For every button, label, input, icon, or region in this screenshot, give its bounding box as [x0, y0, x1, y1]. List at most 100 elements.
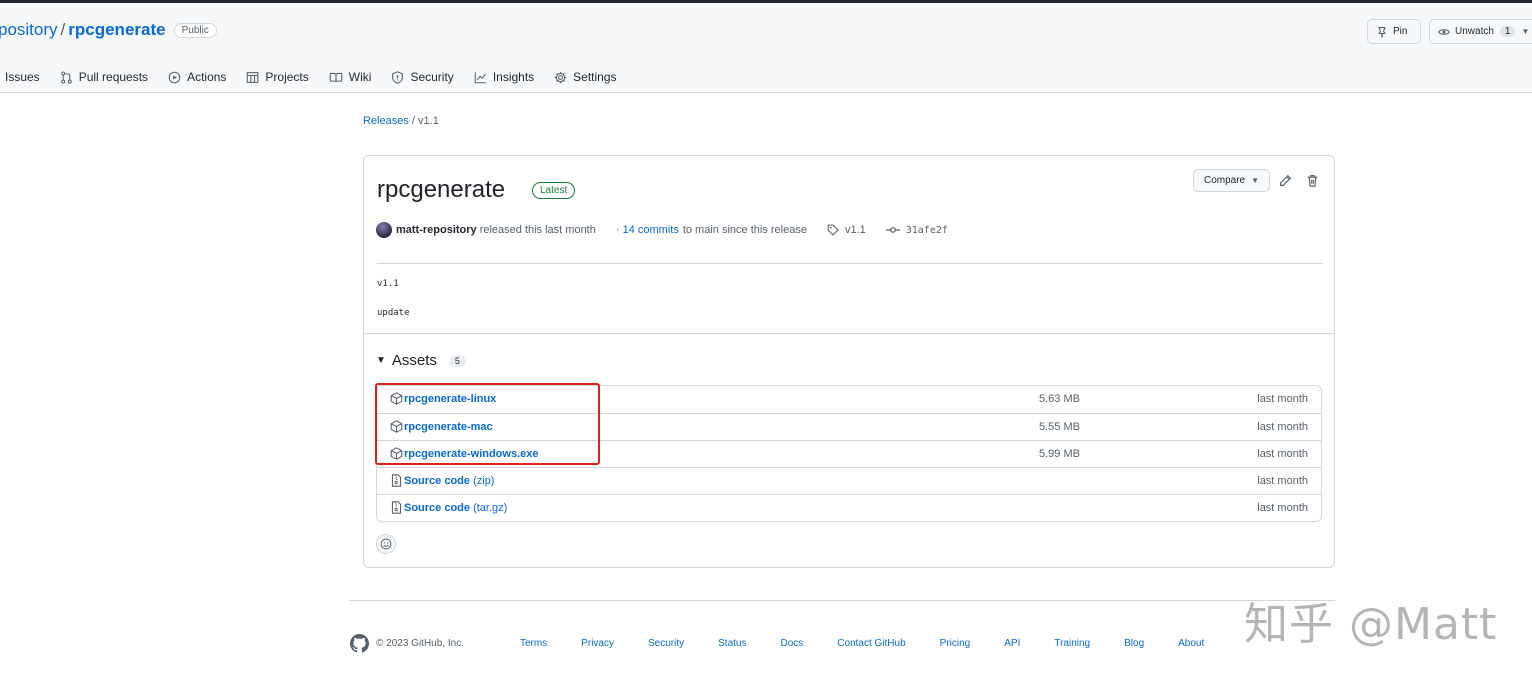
footer-link-blog[interactable]: Blog [1124, 638, 1144, 649]
tag-icon [827, 224, 839, 236]
watermark: 知乎 @Matt [1244, 599, 1498, 650]
pull-request-icon [60, 70, 72, 84]
breadcrumb-separator: / [411, 115, 415, 127]
play-icon [168, 71, 181, 83]
asset-link[interactable]: rpcgenerate-linux [404, 393, 496, 405]
git-commit-icon [885, 227, 900, 233]
assets-list: rpcgenerate-linux 5.63 MB last month rpc… [376, 385, 1322, 522]
github-logo-icon [350, 633, 369, 653]
list-item: rpcgenerate-linux 5.63 MB last month [377, 386, 1321, 413]
release-card: rpcgenerate Latest Compare ▼ matt-reposi… [363, 155, 1335, 568]
release-title: rpcgenerate [377, 176, 506, 203]
file-zip-icon [391, 474, 402, 487]
tab-wiki[interactable]: Wiki [329, 70, 372, 84]
asset-name: rpcgenerate-mac [404, 421, 493, 433]
book-icon [329, 72, 342, 82]
asset-name: Source code [404, 475, 471, 487]
chevron-down-icon: ▼ [1251, 176, 1260, 185]
released-text: released this last month [479, 224, 596, 236]
copyright: © 2023 GitHub, Inc. [376, 637, 464, 649]
asset-link[interactable]: Source code (tar.gz) [404, 502, 507, 514]
watch-count: 1 [1499, 26, 1516, 37]
footer: © 2023 GitHub, Inc. Terms Privacy Securi… [350, 633, 1238, 653]
owner-link[interactable]: pository [0, 20, 58, 40]
pin-label: Pin [1393, 26, 1408, 37]
asset-date: last month [1257, 475, 1308, 487]
delete-button[interactable] [1304, 172, 1320, 188]
visibility-badge: Public [173, 22, 217, 38]
pin-button[interactable]: Pin [1367, 19, 1421, 44]
release-meta: matt-repository released this last month… [376, 221, 948, 239]
assets-heading: Assets [391, 352, 437, 369]
tab-pull-requests[interactable]: Pull requests [60, 70, 148, 84]
graph-icon [474, 71, 486, 83]
list-item: Source code (zip) last month [377, 467, 1321, 494]
list-item: Source code (tar.gz) last month [377, 494, 1321, 521]
commit-link[interactable]: 31afe2f [885, 225, 948, 236]
tag-label: v1.1 [844, 224, 866, 236]
avatar[interactable] [376, 222, 392, 238]
actions-label: Actions [187, 70, 227, 84]
breadcrumb: Releases / v1.1 [363, 115, 439, 127]
tag-link[interactable]: v1.1 [827, 224, 866, 236]
issues-label: Issues [5, 70, 40, 84]
compare-button[interactable]: Compare ▼ [1193, 169, 1270, 192]
pencil-icon [1279, 174, 1291, 186]
author-link[interactable]: matt-repository [396, 224, 477, 236]
asset-date: last month [1257, 421, 1308, 433]
footer-link-contact[interactable]: Contact GitHub [837, 638, 905, 649]
asset-size: 5.99 MB [1039, 448, 1080, 460]
package-icon [390, 392, 403, 405]
projects-label: Projects [265, 70, 309, 84]
tab-security[interactable]: Security [391, 70, 454, 84]
assets-toggle[interactable]: ▼ Assets 5 [376, 352, 466, 369]
footer-link-terms[interactable]: Terms [520, 638, 547, 649]
asset-size: 5.63 MB [1039, 393, 1080, 405]
asset-ext: (zip) [470, 475, 495, 487]
settings-label: Settings [573, 70, 617, 84]
tab-settings[interactable]: Settings [554, 70, 617, 84]
footer-link-docs[interactable]: Docs [780, 638, 803, 649]
release-notes-version: v1.1 [377, 279, 399, 289]
edit-button[interactable] [1277, 172, 1293, 188]
divider [377, 263, 1323, 264]
eye-icon [1438, 28, 1450, 35]
footer-link-training[interactable]: Training [1054, 638, 1090, 649]
latest-badge: Latest [532, 182, 576, 199]
footer-link-security[interactable]: Security [648, 638, 684, 649]
pin-icon [1378, 26, 1386, 38]
asset-link[interactable]: rpcgenerate-mac [404, 421, 493, 433]
asset-date: last month [1257, 448, 1308, 460]
asset-link[interactable]: Source code (zip) [404, 475, 494, 487]
footer-link-about[interactable]: About [1178, 638, 1204, 649]
releases-link[interactable]: Releases [363, 115, 409, 127]
list-item: rpcgenerate-mac 5.55 MB last month [377, 413, 1321, 440]
add-reaction-button[interactable] [376, 534, 396, 554]
asset-name: rpcgenerate-linux [404, 393, 497, 405]
tab-issues[interactable]: Issues [5, 70, 40, 84]
footer-link-privacy[interactable]: Privacy [581, 638, 614, 649]
footer-link-pricing[interactable]: Pricing [940, 638, 971, 649]
list-item: rpcgenerate-windows.exe 5.99 MB last mon… [377, 440, 1321, 467]
repo-name-link[interactable]: rpcgenerate [68, 20, 165, 40]
assets-section: ▼ Assets 5 rpcgenerate-linux 5.63 MB las… [364, 333, 1334, 568]
asset-link[interactable]: rpcgenerate-windows.exe [404, 448, 539, 460]
table-icon [247, 71, 259, 83]
wiki-label: Wiki [348, 70, 372, 84]
asset-name: Source code [404, 502, 471, 514]
gear-icon [554, 71, 567, 83]
repo-path: pository / rpcgenerate Public [0, 20, 217, 40]
asset-date: last month [1257, 393, 1308, 405]
pull-requests-label: Pull requests [78, 70, 149, 84]
asset-date: last month [1257, 502, 1308, 514]
trash-icon [1307, 174, 1317, 187]
footer-link-status[interactable]: Status [718, 638, 746, 649]
tab-insights[interactable]: Insights [474, 70, 534, 84]
tab-projects[interactable]: Projects [246, 70, 309, 84]
repo-header: pository / rpcgenerate Public Pin Unwatc… [0, 3, 1532, 93]
tab-actions[interactable]: Actions [168, 70, 226, 84]
commits-link[interactable]: · 14 commits [616, 224, 679, 236]
footer-link-api[interactable]: API [1004, 638, 1020, 649]
asset-size: 5.55 MB [1039, 421, 1080, 433]
unwatch-button[interactable]: Unwatch 1 ▼ [1429, 19, 1532, 44]
